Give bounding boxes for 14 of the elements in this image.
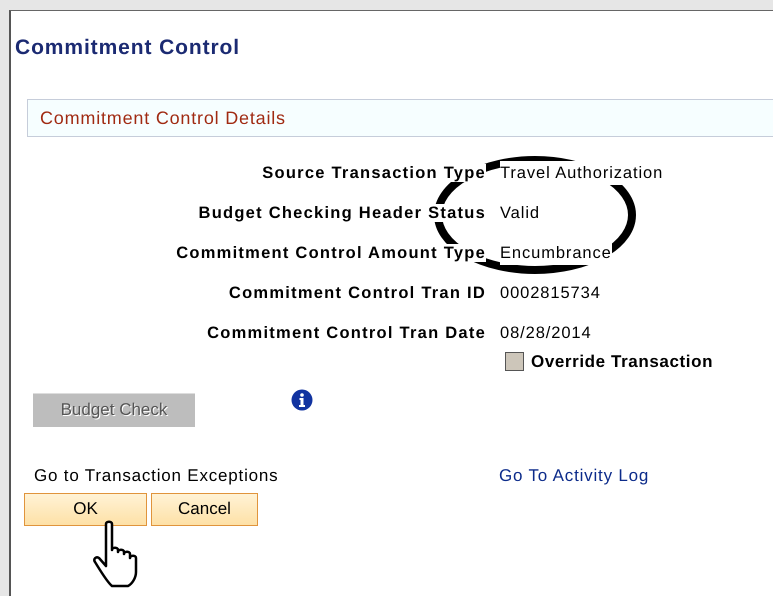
checkbox-label[interactable]: Override Transaction <box>531 349 714 374</box>
field-label: Commitment Control Amount Type <box>176 244 486 262</box>
ok-button[interactable]: OK <box>24 492 147 526</box>
checkbox[interactable] <box>505 352 524 372</box>
link-text[interactable]: Go to Transaction Exceptions <box>34 462 499 486</box>
field-value: Travel Authorization <box>500 160 664 186</box>
activity-log-link[interactable]: Go To Activity Log <box>499 462 650 486</box>
page-title: Commitment Control <box>14 35 242 61</box>
field-label: Budget Checking Header Status <box>198 204 486 222</box>
section-header: Commitment Control Details <box>27 99 773 137</box>
field-value: Encumbrance <box>500 240 612 266</box>
cancel-button[interactable]: Cancel <box>151 492 258 526</box>
field-label: Source Transaction Type <box>262 164 486 182</box>
info-icon[interactable] <box>291 388 313 410</box>
